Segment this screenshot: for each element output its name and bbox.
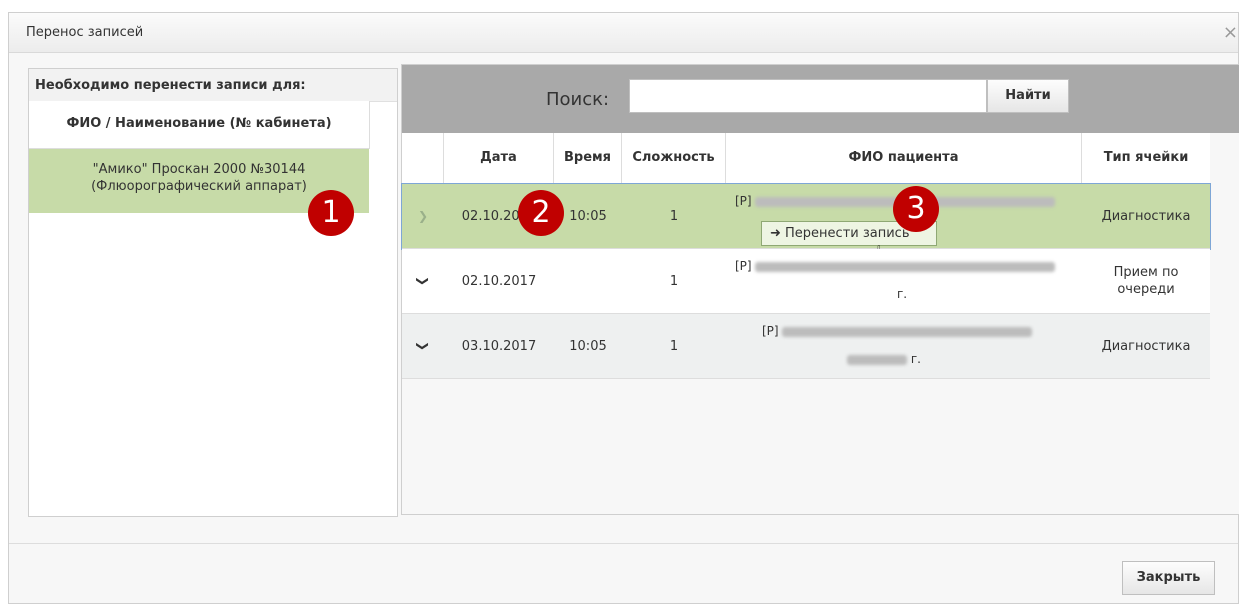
row-patient-suffix: г.	[910, 352, 921, 366]
close-button[interactable]: Закрыть	[1122, 561, 1215, 595]
transfer-dialog: Перенос записей × Необходимо перенести з…	[8, 12, 1239, 604]
row-cell-type: Диагностика	[1101, 338, 1191, 354]
dialog-titlebar: Перенос записей ×	[9, 13, 1238, 53]
left-column-header: ФИО / Наименование (№ кабинета)	[29, 101, 370, 149]
search-button[interactable]: Найти	[987, 79, 1069, 113]
footer-divider	[9, 543, 1238, 544]
annotation-badge-1: 1	[308, 190, 354, 236]
th-complexity[interactable]: Сложность	[622, 133, 726, 183]
row-patient-suffix: г.	[897, 287, 908, 301]
row-time: 10:05	[569, 208, 607, 224]
row-date: 02.10.2017	[461, 273, 537, 289]
device-name: "Амико" Проскан 2000 №30144	[92, 162, 306, 177]
chevron-down-icon[interactable]: ❯	[402, 314, 444, 378]
table-row[interactable]: ❯ 03.10.2017 10:05 1 [P] г. Диагностика	[402, 314, 1210, 379]
row-patient: [P]	[762, 324, 1033, 338]
left-panel-header: Необходимо перенести записи для:	[29, 69, 397, 102]
left-panel: Необходимо перенести записи для: ФИО / Н…	[28, 68, 398, 517]
row-complexity: 1	[669, 273, 679, 289]
table-row[interactable]: ❯ 02.10.2017 1 [P] г. Прием по очереди	[402, 249, 1210, 314]
th-cell-type[interactable]: Тип ячейки	[1082, 133, 1210, 183]
search-bar: Поиск: Найти	[402, 65, 1239, 133]
right-panel: Поиск: Найти Дата Время Сложность ФИО па…	[401, 64, 1239, 515]
search-input[interactable]	[629, 79, 987, 113]
patient-prefix: [P]	[735, 259, 752, 273]
row-date: 03.10.2017	[461, 338, 537, 354]
annotation-badge-2: 2	[518, 190, 564, 236]
th-time[interactable]: Время	[554, 133, 622, 183]
th-date[interactable]: Дата	[444, 133, 554, 183]
row-patient: [P]	[735, 259, 1056, 273]
patient-name-redacted	[755, 261, 1056, 272]
patient-name-redacted	[782, 326, 1033, 337]
row-cell-type: Прием по очереди	[1113, 265, 1179, 297]
row-cell-type: Диагностика	[1101, 208, 1191, 224]
th-patient[interactable]: ФИО пациента	[726, 133, 1082, 183]
column-header-name: ФИО / Наименование (№ кабинета)	[66, 116, 332, 131]
chevron-down-icon[interactable]: ❯	[402, 249, 444, 313]
chevron-down-icon[interactable]: ❯	[402, 184, 444, 248]
device-type: (Флюорографический аппарат)	[91, 179, 307, 194]
row-time: 10:05	[569, 338, 607, 354]
table-header: Дата Время Сложность ФИО пациента Тип яч…	[402, 133, 1210, 184]
th-expand	[402, 133, 444, 183]
row-patient-suffix-wrap: г.	[847, 352, 921, 366]
patient-birthdate-redacted	[847, 354, 907, 365]
close-icon[interactable]: ×	[1223, 22, 1238, 43]
annotation-badge-3: 3	[893, 186, 939, 232]
patient-prefix: [P]	[735, 194, 752, 208]
left-panel-title: Необходимо перенести записи для:	[35, 78, 306, 93]
search-label: Поиск:	[546, 89, 610, 110]
row-time	[554, 249, 622, 313]
patient-prefix: [P]	[762, 324, 779, 338]
dialog-title: Перенос записей	[26, 25, 144, 40]
row-complexity: 1	[669, 208, 679, 224]
row-complexity: 1	[669, 338, 679, 354]
